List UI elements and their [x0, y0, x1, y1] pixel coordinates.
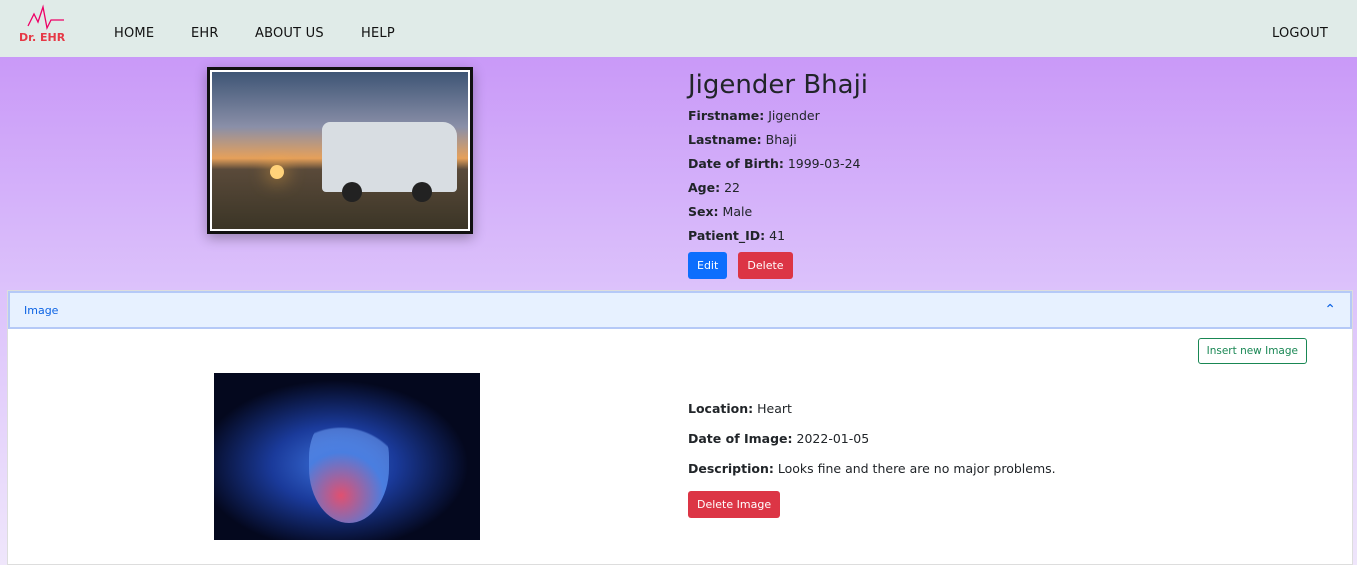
heart-image [214, 373, 480, 540]
image-description: Description: Looks fine and there are no… [688, 461, 1056, 476]
nav-about-us[interactable]: ABOUT US [255, 26, 324, 41]
field-age: Age: 22 [688, 180, 868, 195]
insert-image-button[interactable]: Insert new Image [1197, 338, 1307, 364]
value: Heart [757, 401, 792, 416]
nav-ehr[interactable]: EHR [191, 26, 219, 41]
value: Jigender [768, 108, 820, 123]
label: Lastname: [688, 132, 762, 147]
value: 41 [769, 228, 786, 243]
patient-photo [207, 67, 473, 234]
image-accordion: Image ⌃ Insert new Image Location: Heart… [7, 290, 1353, 565]
value: 22 [724, 180, 740, 195]
image-info: Location: Heart Date of Image: 2022-01-0… [688, 401, 1056, 518]
logo[interactable]: Dr. EHR [18, 4, 72, 44]
nav-home[interactable]: HOME [114, 26, 154, 41]
navbar: Dr. EHR HOME EHR ABOUT US HELP LOGOUT [0, 0, 1357, 57]
value: Male [722, 204, 753, 219]
value: 1999-03-24 [787, 156, 861, 171]
nav-logout[interactable]: LOGOUT [1272, 26, 1328, 41]
delete-button[interactable]: Delete [738, 252, 793, 279]
heartbeat-logo-icon [27, 4, 64, 31]
field-patient-id: Patient_ID: 41 [688, 228, 868, 243]
edit-button[interactable]: Edit [688, 252, 728, 279]
field-dob: Date of Birth: 1999-03-24 [688, 156, 868, 171]
delete-image-button[interactable]: Delete Image [688, 491, 781, 518]
patient-name: Jigender Bhaji [688, 70, 869, 100]
logo-text: Dr. EHR [19, 31, 66, 44]
field-sex: Sex: Male [688, 204, 868, 219]
label: Sex: [688, 204, 719, 219]
accordion-header[interactable]: Image ⌃ [8, 291, 1352, 329]
image-location: Location: Heart [688, 401, 1056, 416]
label: Date of Image: [688, 431, 793, 446]
label: Date of Birth: [688, 156, 784, 171]
accordion-title: Image [24, 303, 59, 317]
nav-help[interactable]: HELP [361, 26, 395, 41]
value: 2022-01-05 [796, 431, 870, 446]
image-date: Date of Image: 2022-01-05 [688, 431, 1056, 446]
field-lastname: Lastname: Bhaji [688, 132, 868, 147]
label: Firstname: [688, 108, 765, 123]
label: Description: [688, 461, 774, 476]
label: Location: [688, 401, 754, 416]
value: Bhaji [765, 132, 797, 147]
value: Looks fine and there are no major proble… [777, 461, 1056, 476]
patient-info: Jigender Bhaji Firstname: Jigender Lastn… [688, 70, 868, 279]
chevron-up-icon[interactable]: ⌃ [1324, 302, 1336, 318]
label: Age: [688, 180, 721, 195]
label: Patient_ID: [688, 228, 766, 243]
field-firstname: Firstname: Jigender [688, 108, 868, 123]
